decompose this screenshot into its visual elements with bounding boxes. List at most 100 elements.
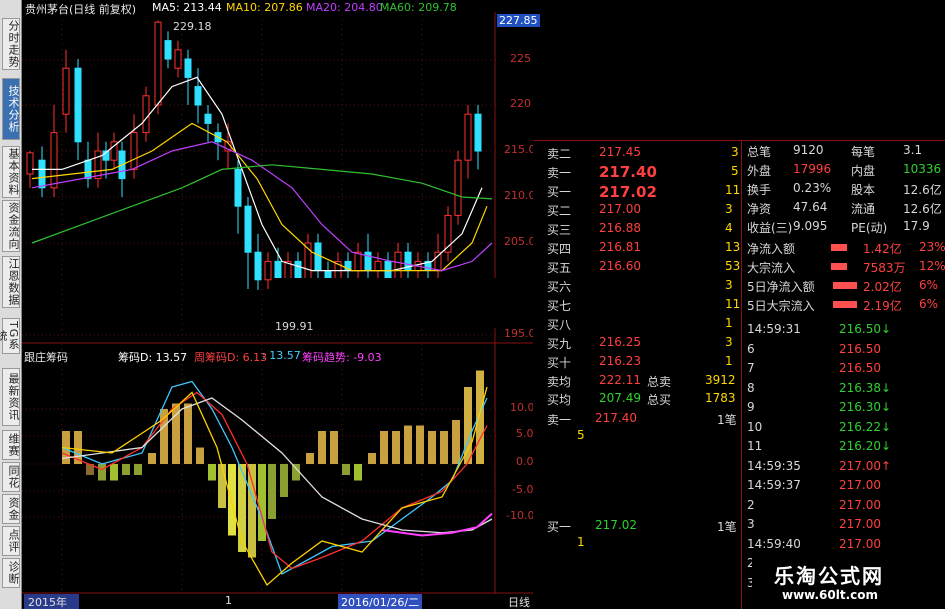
tick-price: 216.50 (839, 341, 881, 356)
tick-price: 217.00 (839, 497, 881, 512)
watermark: 乐淘公式网 www.60lt.com (752, 556, 945, 609)
chart-area[interactable]: 贵州茅台(日线 前复权) MA5: 213.44 MA10: 207.86 MA… (22, 0, 667, 609)
candle-body (74, 67, 82, 143)
queue-sell-item: 5 (577, 428, 585, 442)
indicator-bar (440, 431, 448, 464)
stat-label: PE(动) (851, 221, 888, 235)
orderbook-buy-label: 买八 (547, 318, 572, 332)
toolbar-tab[interactable]: 江恩数据 (2, 256, 20, 308)
orderbook-sell-vol: 5 (731, 164, 739, 178)
flow-label: 5日净流入额 (747, 280, 815, 294)
time-axis-cursor-date: 2016/01/26/二 (338, 594, 423, 609)
quote-divider (741, 140, 742, 609)
stat-value: 12.6亿 (903, 183, 942, 197)
tick-price: 216.22 (839, 419, 881, 434)
indicator-bar (134, 464, 142, 475)
flow-pct: 12% (919, 259, 945, 273)
tick-price: 217.00 (839, 478, 881, 492)
toolbar-tab[interactable]: 基本资料 (2, 146, 20, 198)
indicator-bar (428, 431, 436, 464)
watermark-title: 乐淘公式网 (774, 564, 884, 588)
toolbar-tab[interactable]: 资金流向 (2, 200, 20, 252)
toolbar-tab[interactable]: 资金 (2, 494, 20, 524)
tick-arrow-icon: ↓ (881, 400, 892, 414)
orderbook-buy-label: 买五 (547, 261, 572, 275)
orderbook-buy-label: 买一 (547, 185, 572, 199)
indicator-chouma: 筹码D: 13.57 (118, 351, 188, 364)
avg-sell-label: 卖均 (547, 375, 572, 389)
flow-label: 大宗流入 (747, 261, 796, 275)
candle-body (464, 113, 472, 161)
orderbook-buy-price: 216.23 (599, 354, 641, 368)
indicator-bar (228, 464, 236, 536)
toolbar-tab[interactable]: 点评 (2, 526, 20, 556)
toolbar-tab[interactable]: 同花 (2, 462, 20, 492)
tick-time: 10 (747, 419, 763, 434)
tick-arrow-icon: ↓ (881, 439, 892, 453)
toolbar-tab[interactable]: TG系统 (0, 318, 20, 354)
indicator-bar (416, 425, 424, 464)
indicator-bar (368, 453, 376, 464)
toolbar-tab[interactable]: 分时走势 (2, 18, 20, 70)
orderbook-buy-price: 216.81 (599, 240, 641, 254)
orderbook-buy-label: 买九 (547, 337, 572, 351)
avg-buy-label: 买均 (547, 393, 572, 407)
orderbook-buy-label: 买四 (547, 242, 572, 256)
tick-time: 14:59:37 (747, 478, 801, 492)
stat-label: 股本 (851, 183, 876, 197)
flow-value: 7583万 (863, 261, 906, 275)
time-axis-marker: 1 (225, 594, 232, 607)
indicator-bar (148, 453, 156, 464)
indicator-bar (98, 464, 106, 481)
indicator-bar (380, 431, 388, 464)
orderbook-buy-vol: 3 (725, 335, 733, 349)
indicator-bar (218, 464, 226, 508)
candle-body (50, 132, 58, 189)
candle-body (394, 251, 402, 281)
indicator-bar (306, 453, 314, 464)
y-tick: 195.0 (504, 327, 536, 340)
quote-top-border (533, 140, 945, 141)
time-axis-period[interactable]: 日线 (508, 594, 530, 609)
queue-buy-count: 1笔 (717, 520, 737, 534)
indicator-bar (268, 464, 276, 519)
toolbar-tab[interactable]: 诊断 (2, 558, 20, 588)
toolbar-tab[interactable]: 维赛 (2, 430, 20, 460)
stock-title: 贵州茅台(日线 前复权) (25, 3, 137, 16)
toolbar-tab[interactable]: 最新资讯 (2, 368, 20, 426)
queue-buy-price: 217.02 (595, 518, 637, 532)
orderbook-buy-price: 216.60 (599, 259, 641, 273)
y-tick: 225 (510, 52, 531, 65)
stat-value: 17996 (793, 162, 832, 176)
orderbook-buy-vol: 1 (725, 354, 733, 368)
flow-label: 5日大宗流入 (747, 299, 815, 313)
tick-time: 14:59:31 (747, 322, 801, 336)
tick-time: 8 (747, 380, 755, 395)
watermark-url: www.60lt.com (782, 588, 879, 602)
orderbook-buy-vol: 3 (725, 278, 733, 292)
tick-time: 6 (747, 341, 755, 356)
indicator-trend: 筹码趋势: -9.03 (302, 351, 382, 364)
candle-body (314, 242, 322, 272)
ma10-label: MA10: 207.86 (226, 1, 303, 14)
candle-body (234, 168, 242, 207)
stat-value: 12.6亿 (903, 202, 942, 216)
candle-body (244, 205, 252, 253)
toolbar-tab[interactable]: 技术分析 (2, 78, 20, 140)
candle-body (264, 260, 272, 281)
stat-value: 0.23% (793, 181, 832, 195)
tick-arrow-icon: ↑ (881, 458, 892, 473)
stat-label: 外盘 (747, 164, 772, 178)
stat-value: 3.1 (903, 143, 923, 157)
indicator-zhouchouma: 周筹码D: 6.13 (194, 351, 268, 364)
flow-label: 净流入额 (747, 242, 796, 256)
orderbook-sell-vol: 3 (731, 145, 739, 159)
orderbook-buy-vol: 13 (725, 240, 741, 254)
ma20-label: MA20: 204.80 (306, 1, 383, 14)
stock-terminal-window: 分时走势技术分析基本资料资金流向江恩数据 TG系统最新资讯维赛 同花 资金 点评 诊断 贵… (0, 0, 945, 609)
flow-bar (833, 301, 857, 308)
orderbook-buy-vol: 3 (725, 202, 733, 216)
candle-body (184, 58, 192, 78)
indicator-bar (160, 409, 168, 464)
tick-price: 217.00 (839, 458, 881, 473)
